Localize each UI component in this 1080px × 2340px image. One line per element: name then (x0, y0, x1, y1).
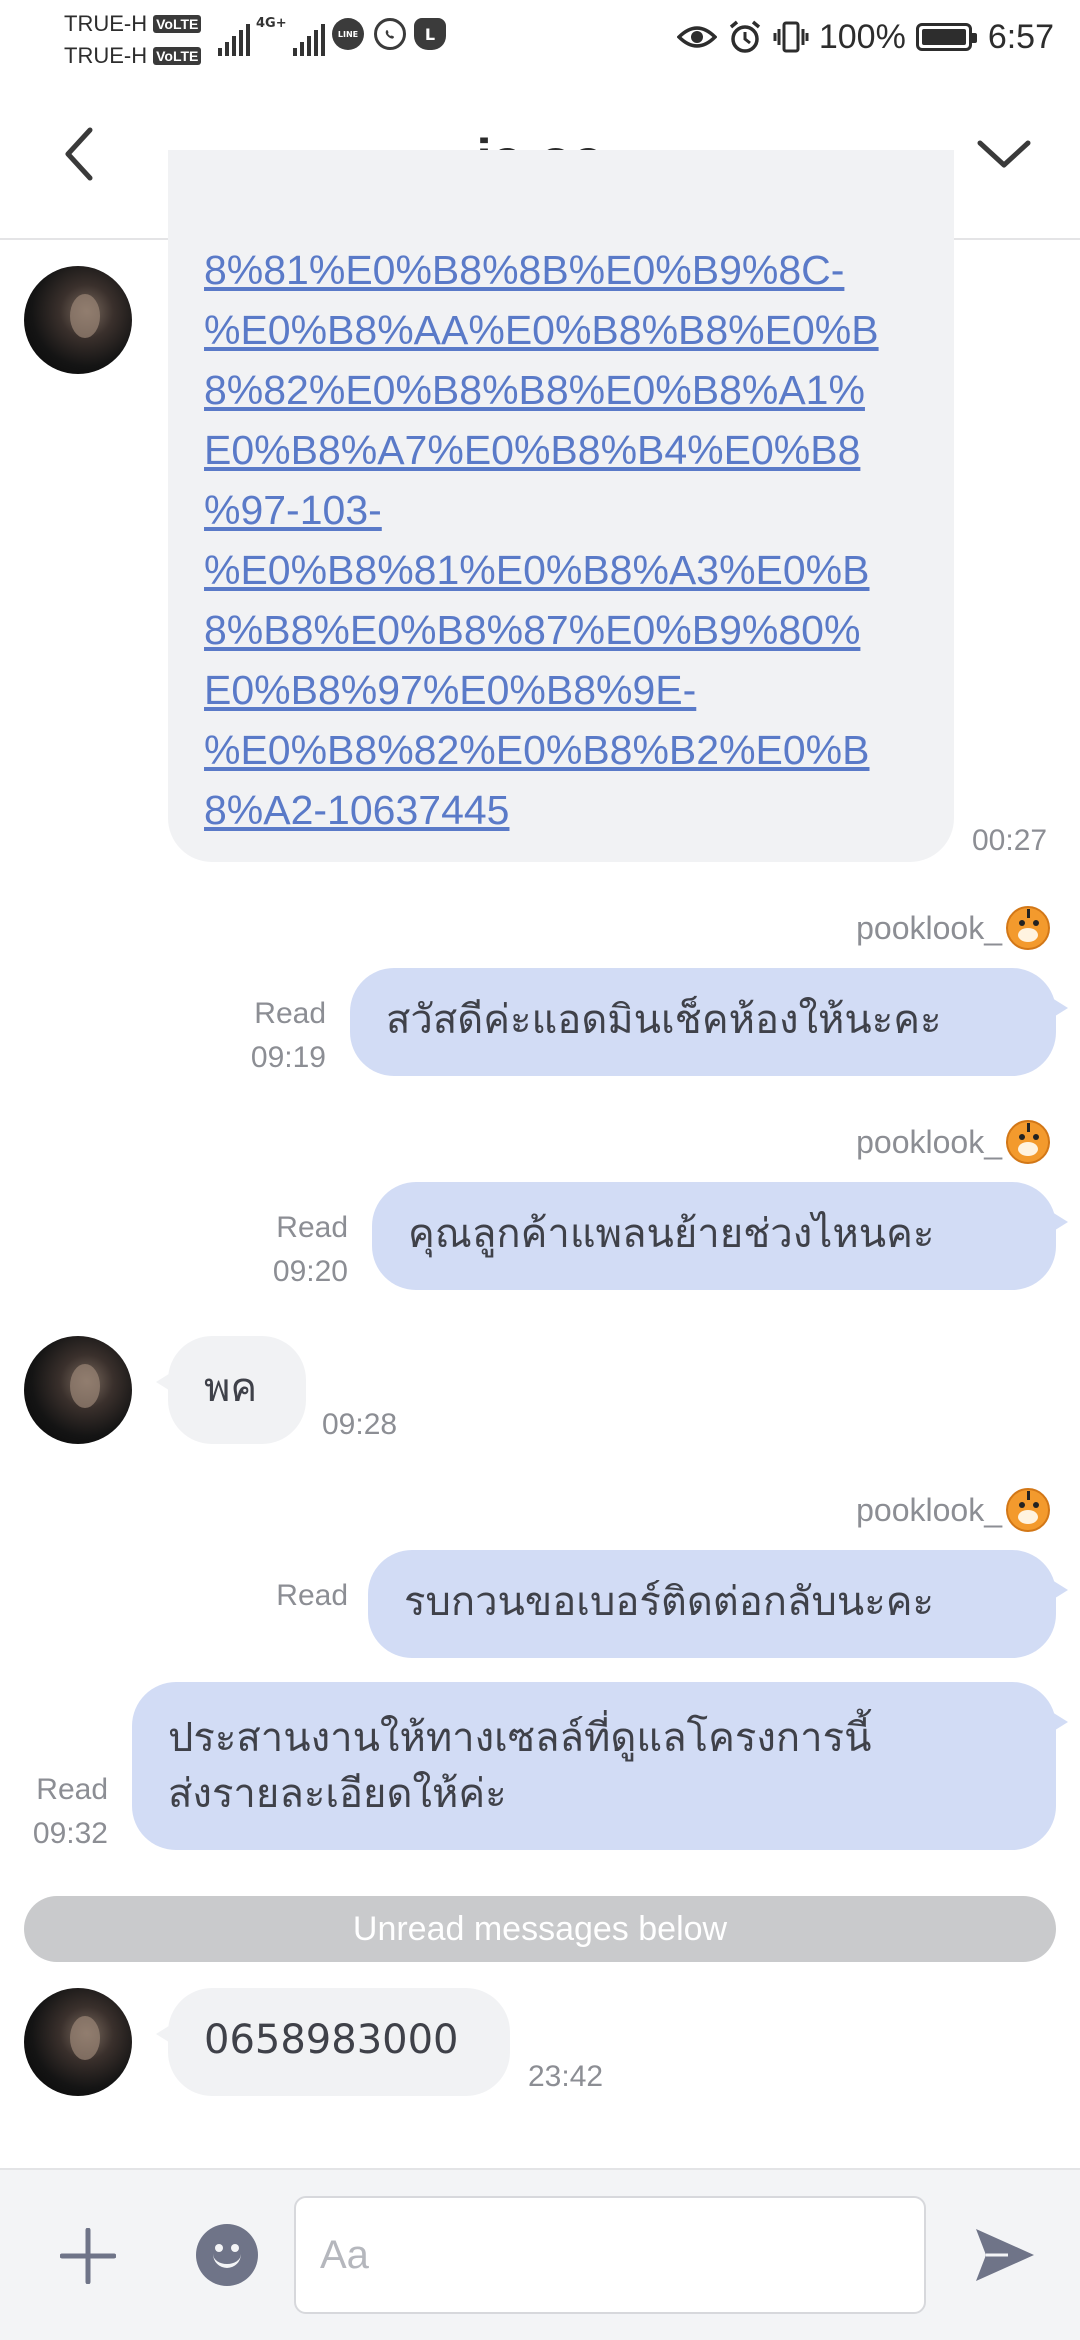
send-icon (976, 2229, 1034, 2281)
shield-app-icon: L (414, 18, 446, 50)
outgoing-message-bubble[interactable]: รบกวนขอเบอร์ติดต่อกลับนะคะ (368, 1550, 1068, 1658)
read-label: Read (36, 1773, 108, 1806)
incoming-message-bubble[interactable]: 0658983000 (156, 1988, 510, 2096)
message-time: 09:19 (250, 1041, 326, 1074)
tiger-emoji-icon (1006, 906, 1050, 950)
message-text: 0658983000 (204, 2017, 459, 2063)
line-app-icon: LINE (332, 18, 364, 50)
network-type: 4G+ (256, 16, 287, 31)
carrier-1-label: TRUE-H (64, 11, 148, 36)
read-label: Read (276, 1211, 348, 1244)
signal-icon (218, 24, 250, 56)
volte-badge: VoLTE (153, 47, 202, 65)
volte-badge: VoLTE (153, 15, 202, 33)
read-label: Read (254, 997, 326, 1030)
message-input-bar (0, 2168, 1080, 2340)
outgoing-message-bubble[interactable]: สวัสดีค่ะแอดมินเช็คห้องให้นะคะ (350, 968, 1068, 1076)
message-input[interactable] (294, 2196, 926, 2314)
status-bar: TRUE-H VoLTE TRUE-H VoLTE 4G+ LINE L 100% … (0, 0, 1080, 80)
header-menu-button[interactable] (968, 122, 1040, 186)
message-time: 09:20 (272, 1255, 348, 1288)
sender-name: pooklook_ (856, 906, 1050, 950)
status-right-group: 100% 6:57 (676, 12, 1054, 62)
sender-name: pooklook_ (856, 1120, 1050, 1164)
carrier-2-label: TRUE-H (64, 43, 148, 68)
message-time: 09:32 (32, 1817, 108, 1850)
battery-percentage: 100% (818, 17, 906, 56)
contact-avatar[interactable] (24, 266, 132, 374)
message-text: คุณลูกค้าแพลนย้ายช่วงไหนคะ (408, 1211, 935, 1257)
message-text: สวัสดีค่ะแอดมินเช็คห้องให้นะคะ (386, 997, 942, 1043)
outgoing-message-bubble[interactable]: คุณลูกค้าแพลนย้ายช่วงไหนคะ (372, 1182, 1068, 1290)
emoji-button[interactable] (196, 2224, 258, 2286)
carrier-info: TRUE-H VoLTE TRUE-H VoLTE (64, 8, 202, 72)
unread-divider: Unread messages below (24, 1896, 1056, 1962)
read-receipt: Read 09:32 (20, 1768, 108, 1856)
message-time: 09:28 (322, 1408, 398, 1441)
alarm-icon (729, 20, 760, 53)
incoming-message-bubble[interactable]: พค (156, 1336, 306, 1444)
sender-label: pooklook_ (856, 909, 1002, 946)
sender-label: pooklook_ (856, 1123, 1002, 1160)
contact-avatar[interactable] (24, 1336, 132, 1444)
clock-time: 6:57 (987, 17, 1054, 56)
read-receipt: Read 09:19 (228, 992, 326, 1080)
signal-strength: 4G+ (218, 16, 325, 56)
message-text-line-1: ประสานงานให้ทางเซลล์ที่ดูแลโครงการนี้ (168, 1715, 872, 1761)
sender-label: pooklook_ (856, 1491, 1002, 1528)
send-button[interactable] (970, 2222, 1040, 2288)
plus-icon (60, 2228, 116, 2284)
tiger-emoji-icon (1006, 1488, 1050, 1532)
add-attachment-button[interactable] (54, 2222, 122, 2290)
message-text-line-2: ส่งรายละเอียดให้ค่ะ (168, 1771, 507, 1817)
message-link[interactable]: 8%81%E0%B8%8B%E0%B9%8C- %E0%B8%AA%E0%B8%… (204, 240, 944, 840)
read-receipt: Read 09:20 (250, 1206, 348, 1294)
battery-icon (915, 23, 977, 51)
tiger-emoji-icon (1006, 1120, 1050, 1164)
contact-avatar[interactable] (24, 1988, 132, 2096)
read-label: Read (276, 1579, 348, 1612)
vibrate-icon (773, 21, 809, 53)
message-time: 00:27 (972, 824, 1048, 857)
signal-icon (292, 24, 325, 56)
eye-icon (676, 26, 717, 48)
message-time: 23:42 (528, 2060, 604, 2093)
sender-name: pooklook_ (856, 1488, 1050, 1532)
outgoing-message-bubble[interactable]: ประสานงานให้ทางเซลล์ที่ดูแลโครงการนี้ ส่… (132, 1682, 1068, 1850)
chevron-down-icon (977, 140, 1031, 168)
whatsapp-icon (374, 18, 406, 50)
message-text: พค (204, 1365, 258, 1411)
message-text: รบกวนขอเบอร์ติดต่อกลับนะคะ (404, 1579, 934, 1625)
